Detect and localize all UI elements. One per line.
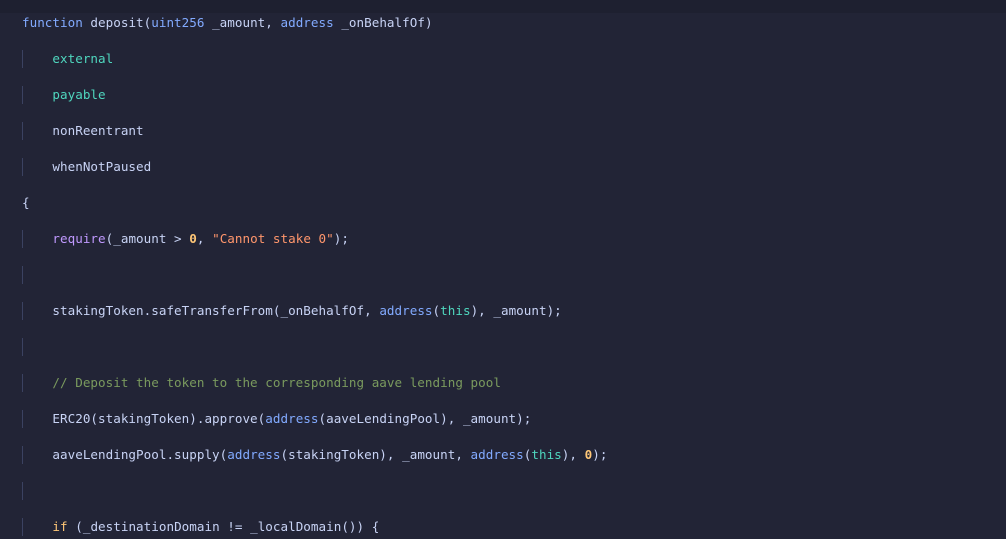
code-line-text: nonReentrant — [22, 123, 144, 138]
code-line[interactable]: if (_destinationDomain != _localDomain()… — [0, 518, 1006, 536]
indent-guide — [22, 482, 23, 500]
code-line-text: // Deposit the token to the correspondin… — [22, 375, 501, 390]
code-line-text: aaveLendingPool.supply(address(stakingTo… — [22, 447, 608, 462]
code-line-text: if (_destinationDomain != _localDomain()… — [52, 519, 380, 534]
code-line[interactable] — [0, 482, 1006, 500]
code-line[interactable]: whenNotPaused — [0, 158, 1006, 176]
code-line-text: ERC20(stakingToken).approve(address(aave… — [22, 411, 532, 426]
code-line[interactable]: external — [0, 50, 1006, 68]
indent-guide — [22, 266, 23, 284]
code-line-text: require(_amount > 0, "Cannot stake 0"); — [52, 231, 349, 246]
code-line-text: stakingToken.safeTransferFrom(_onBehalfO… — [22, 303, 562, 318]
code-line[interactable]: stakingToken.safeTransferFrom(_onBehalfO… — [0, 302, 1006, 320]
editor-top-bar — [0, 0, 1006, 13]
code-line[interactable]: nonReentrant — [0, 122, 1006, 140]
code-line-text: function deposit(uint256 _amount, addres… — [22, 15, 433, 30]
code-line[interactable]: { — [0, 194, 1006, 212]
code-line-text: external — [52, 51, 114, 66]
code-line[interactable] — [0, 338, 1006, 356]
code-line-text: payable — [52, 87, 106, 102]
code-line[interactable]: require(_amount > 0, "Cannot stake 0"); — [0, 230, 1006, 248]
code-line[interactable]: ERC20(stakingToken).approve(address(aave… — [0, 410, 1006, 428]
code-line[interactable]: // Deposit the token to the correspondin… — [0, 374, 1006, 392]
code-content-area[interactable]: function deposit(uint256 _amount, addres… — [0, 13, 1006, 539]
indent-guide — [22, 338, 23, 356]
code-editor-window: function deposit(uint256 _amount, addres… — [0, 0, 1006, 539]
code-line[interactable]: function deposit(uint256 _amount, addres… — [0, 14, 1006, 32]
code-line[interactable]: aaveLendingPool.supply(address(stakingTo… — [0, 446, 1006, 464]
code-line[interactable]: payable — [0, 86, 1006, 104]
code-line-text: { — [22, 195, 30, 210]
code-line[interactable] — [0, 266, 1006, 284]
code-line-text: whenNotPaused — [22, 159, 152, 174]
